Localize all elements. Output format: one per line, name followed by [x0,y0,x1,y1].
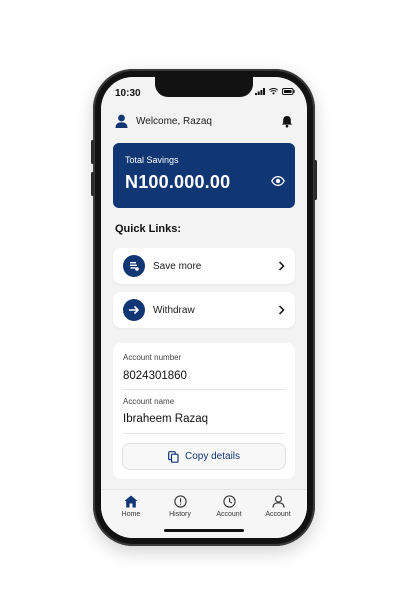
save-money-icon [123,255,145,277]
power-button [314,160,317,200]
nav-account-clock[interactable]: Account [207,495,251,518]
arrow-right-icon [123,299,145,321]
history-icon [173,495,187,508]
nav-home-label: Home [121,511,141,518]
copy-details-label: Copy details [184,451,241,462]
status-time: 10:30 [115,88,141,99]
app-header: Welcome, Razaq [115,111,293,131]
account-name-label: Account name [123,397,175,406]
nav-history[interactable]: History [158,495,202,518]
nav-account-person[interactable]: Account [256,495,300,518]
side-button [91,140,94,164]
battery-icon [282,88,295,95]
chevron-right-icon [278,305,285,315]
divider [123,389,285,390]
withdraw-link[interactable]: Withdraw [113,292,295,328]
savings-label: Total Savings [125,155,179,165]
bell-icon[interactable] [281,115,293,128]
clock-icon [222,495,236,508]
home-icon [124,495,138,508]
notch [155,77,253,97]
account-number: 8024301860 [123,370,187,382]
user-icon[interactable] [115,114,128,128]
withdraw-label: Withdraw [153,304,195,316]
savings-amount: N100.000.00 [125,172,231,192]
nav-account-label: Account [216,511,242,518]
phone-screen: 10:30 Welcome, Razaq Total Savings N100.… [101,77,307,538]
account-name: Ibraheem Razaq [123,413,209,425]
account-number-label: Account number [123,353,182,362]
eye-icon[interactable] [271,176,285,186]
wifi-icon [269,88,278,95]
home-indicator[interactable] [164,529,244,532]
copy-details-button[interactable]: Copy details [122,443,286,470]
welcome-text: Welcome, Razaq [136,115,212,127]
copy-icon [168,450,179,463]
divider [123,433,285,434]
chevron-right-icon [278,261,285,271]
save-more-link[interactable]: Save more [113,248,295,284]
quick-links-title: Quick Links: [115,223,182,235]
signal-icon [255,88,265,95]
total-savings-card: Total Savings N100.000.00 [113,143,295,208]
side-button [91,172,94,196]
account-details-card: Account number 8024301860 Account name I… [113,343,295,479]
person-icon [271,495,285,508]
save-more-label: Save more [153,260,202,272]
nav-history-label: History [169,511,191,518]
nav-home[interactable]: Home [109,495,153,518]
nav-account-label: Account [265,511,291,518]
status-icons [255,88,295,95]
